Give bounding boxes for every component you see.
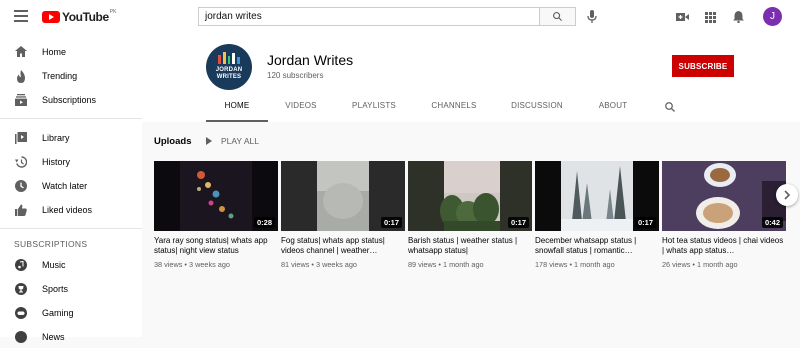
uploads-title[interactable]: Uploads [154, 136, 191, 147]
video-card[interactable]: 0:17 Fog status| whats app status| video… [281, 161, 405, 269]
subscriptions-icon [14, 94, 27, 106]
logo-text: YouTube [62, 10, 109, 24]
video-card[interactable]: 0:17 Barish status | weather status | wh… [408, 161, 532, 269]
youtube-logo[interactable]: YouTube PK [42, 9, 117, 24]
video-title[interactable]: Fog status| whats app status| videos cha… [281, 236, 405, 256]
create-video-icon[interactable] [676, 10, 689, 28]
sidebar-item-music[interactable]: Music [0, 254, 142, 276]
search-input[interactable]: jordan writes [198, 7, 540, 26]
video-title[interactable]: December whatsapp status | snowfall stat… [535, 236, 659, 256]
sidebar-item-label: Music [42, 260, 66, 270]
top-bar: YouTube PK jordan writes J [0, 0, 800, 34]
video-duration: 0:28 [253, 217, 275, 228]
sidebar-divider [0, 118, 142, 119]
play-all-button[interactable]: PLAY ALL [206, 136, 259, 146]
video-duration: 0:17 [507, 217, 529, 228]
sidebar-item-gaming[interactable]: Gaming [0, 302, 142, 324]
video-meta: 38 views • 3 weeks ago [154, 260, 230, 269]
subscriptions-section-title: SUBSCRIPTIONS [14, 239, 88, 249]
channel-search-icon[interactable] [664, 100, 676, 118]
sidebar-item-sports[interactable]: Sports [0, 278, 142, 300]
search-button[interactable] [540, 7, 576, 26]
sidebar-item-label: Liked videos [42, 205, 93, 215]
sidebar-item-label: News [42, 332, 65, 342]
sidebar-item-home[interactable]: Home [0, 41, 142, 63]
sidebar-item-trending[interactable]: Trending [0, 65, 142, 87]
video-card[interactable]: 0:28 Yara ray song status| whats app sta… [154, 161, 278, 269]
video-thumbnail[interactable]: 0:28 [154, 161, 278, 231]
thumbs-up-icon [14, 204, 27, 216]
sidebar-item-label: Library [42, 133, 70, 143]
tab-discussion[interactable]: DISCUSSION [504, 101, 570, 122]
video-card[interactable]: 0:17 December whatsapp status | snowfall… [535, 161, 659, 269]
sidebar-item-label: Home [42, 47, 67, 57]
video-title[interactable]: Yara ray song status| whats app status| … [154, 236, 278, 256]
tab-channels[interactable]: CHANNELS [422, 101, 486, 122]
video-meta: 89 views • 1 month ago [408, 260, 484, 269]
sidebar-item-liked-videos[interactable]: Liked videos [0, 199, 142, 221]
sidebar-item-label: Gaming [42, 308, 74, 318]
music-icon [14, 259, 27, 271]
sidebar-item-label: Watch later [42, 181, 88, 191]
channel-name: Jordan Writes [267, 52, 354, 68]
sidebar-item-history[interactable]: History [0, 151, 142, 173]
sidebar-item-label: Sports [42, 284, 69, 294]
play-all-label: PLAY ALL [221, 136, 259, 146]
trophy-icon [14, 283, 27, 295]
sidebar-item-news[interactable]: News [0, 326, 142, 348]
chevron-right-icon [784, 190, 791, 200]
subscriber-count: 120 subscribers [267, 71, 324, 80]
sidebar-item-label: Trending [42, 71, 78, 81]
video-duration: 0:17 [380, 217, 402, 228]
video-thumbnail[interactable]: 0:17 [281, 161, 405, 231]
sidebar-item-label: History [42, 157, 71, 167]
apps-grid-icon[interactable] [705, 10, 716, 28]
tab-videos[interactable]: VIDEOS [272, 101, 330, 122]
news-icon [14, 331, 27, 343]
sidebar-item-watch-later[interactable]: Watch later [0, 175, 142, 197]
history-icon [14, 156, 27, 168]
sidebar: Home Trending Subscriptions Library Hist… [0, 34, 142, 343]
notifications-bell-icon[interactable] [733, 10, 744, 28]
watch-later-icon [14, 180, 27, 192]
pen-books-icon [218, 51, 240, 64]
tab-home[interactable]: HOME [206, 101, 268, 122]
video-thumbnail[interactable]: 0:17 [535, 161, 659, 231]
video-card[interactable]: 0:42 Hot tea status videos | chai videos… [662, 161, 786, 269]
carousel-next-button[interactable] [776, 184, 798, 206]
channel-avatar[interactable]: JORDAN WRITES [206, 44, 252, 90]
tab-playlists[interactable]: PLAYLISTS [342, 101, 406, 122]
video-duration: 0:42 [761, 217, 783, 228]
subscribe-button[interactable]: SUBSCRIBE [672, 55, 734, 77]
home-icon [14, 46, 27, 58]
tab-about[interactable]: ABOUT [588, 101, 638, 122]
trending-icon [14, 69, 27, 83]
user-avatar[interactable]: J [763, 7, 782, 26]
video-duration: 0:17 [634, 217, 656, 228]
video-meta: 81 views • 3 weeks ago [281, 260, 357, 269]
video-thumbnail[interactable]: 0:17 [408, 161, 532, 231]
channel-avatar-text: JORDAN [215, 67, 243, 73]
sidebar-item-library[interactable]: Library [0, 127, 142, 149]
sidebar-item-subscriptions[interactable]: Subscriptions [0, 89, 142, 111]
youtube-play-icon [42, 11, 60, 23]
sidebar-divider [0, 228, 142, 229]
search-icon [553, 12, 563, 22]
mic-icon[interactable] [587, 10, 597, 28]
menu-icon[interactable] [14, 10, 28, 22]
play-icon [206, 137, 212, 145]
library-icon [14, 132, 27, 144]
video-meta: 26 views • 1 month ago [662, 260, 738, 269]
channel-avatar-text: WRITES [216, 74, 242, 80]
gaming-icon [14, 307, 27, 319]
video-title[interactable]: Barish status | weather status | whatsap… [408, 236, 532, 256]
channel-header: JORDAN WRITES Jordan Writes 120 subscrib… [142, 34, 800, 122]
video-title[interactable]: Hot tea status videos | chai videos | wh… [662, 236, 786, 256]
video-thumbnail[interactable]: 0:42 [662, 161, 786, 231]
video-meta: 178 views • 1 month ago [535, 260, 615, 269]
logo-region: PK [109, 9, 117, 15]
sidebar-item-label: Subscriptions [42, 95, 97, 105]
